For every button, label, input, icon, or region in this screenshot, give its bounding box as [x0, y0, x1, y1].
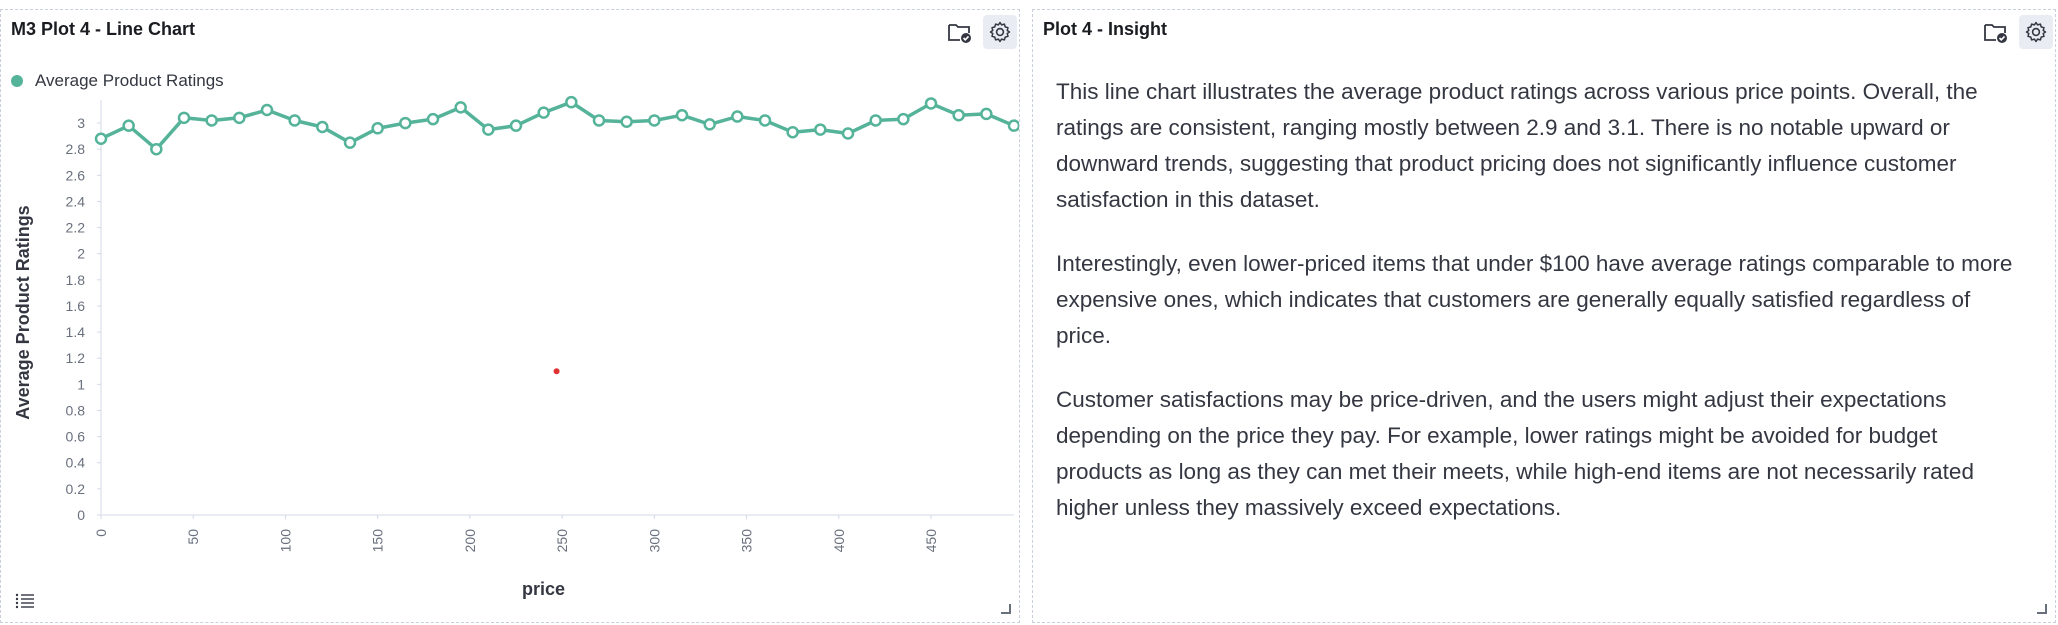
y-tick-label: 1.8 [66, 272, 86, 288]
list-icon-glyph [15, 593, 34, 609]
insight-text: This line chart illustrates the average … [1056, 74, 2016, 554]
data-point [814, 123, 827, 136]
data-point [703, 118, 716, 131]
data-point [620, 115, 633, 129]
data-point [648, 114, 661, 127]
data-point [205, 114, 218, 127]
y-tick-label: 2 [77, 246, 85, 262]
x-tick-label: 150 [370, 529, 386, 553]
data-point [924, 97, 938, 110]
folder-check-icon-glyph [1984, 24, 2007, 43]
y-tick-label: 0.2 [66, 481, 86, 497]
x-tick-label: 100 [277, 529, 293, 553]
data-point [94, 132, 108, 145]
data-point [371, 122, 384, 135]
y-tick-label: 2.6 [66, 167, 86, 183]
line-chart-panel: M3 Plot 4 - Line Chart Average Product R… [0, 9, 1020, 623]
insight-panel: Plot 4 - Insight This line chart illustr… [1032, 9, 2056, 623]
data-point [288, 114, 301, 127]
data-point [980, 107, 993, 121]
y-tick-label: 1 [77, 376, 85, 392]
gear-icon[interactable] [2019, 15, 2053, 49]
data-point [122, 119, 135, 132]
data-point [731, 110, 744, 123]
gear-icon-glyph [2025, 21, 2047, 43]
data-point [426, 112, 440, 126]
data-point [509, 119, 523, 132]
y-axis-title: Average Product Ratings [13, 205, 33, 419]
list-icon[interactable] [9, 586, 41, 616]
data-point [897, 112, 910, 126]
data-point [316, 120, 329, 134]
data-point [260, 103, 274, 117]
insight-paragraph: This line chart illustrates the average … [1056, 79, 1978, 212]
y-tick-label: 0.6 [66, 429, 86, 445]
panel-actions [1979, 15, 2053, 49]
data-point [758, 114, 772, 127]
data-point [565, 95, 578, 109]
resize-handle[interactable] [1001, 604, 1011, 614]
x-tick-label: 400 [831, 529, 847, 553]
y-tick-label: 0.8 [66, 402, 86, 418]
data-point [592, 114, 606, 127]
data-point [537, 106, 550, 119]
x-axis-title: price [522, 579, 565, 599]
insight-paragraph: Customer satisfactions may be price-driv… [1056, 387, 1974, 520]
y-tick-label: 1.4 [66, 324, 86, 340]
data-point [952, 108, 965, 122]
x-tick-label: 300 [646, 529, 662, 553]
data-point [150, 142, 163, 156]
x-tick-label: 200 [462, 529, 478, 553]
y-tick-label: 2.8 [66, 141, 86, 157]
folder-check-icon[interactable] [1979, 15, 2013, 49]
y-tick-label: 1.6 [66, 298, 86, 314]
x-tick-label: 50 [185, 529, 201, 545]
x-tick-label: 350 [739, 529, 755, 553]
data-point [786, 125, 799, 139]
resize-handle[interactable] [2037, 604, 2047, 614]
data-point [841, 127, 855, 140]
x-tick-label: 450 [923, 529, 939, 553]
data-point [1007, 119, 1019, 132]
data-point [482, 123, 495, 136]
x-tick-label: 250 [554, 529, 570, 553]
x-tick-label: 0 [93, 529, 109, 537]
data-point [454, 101, 467, 114]
panel-title: Plot 4 - Insight [1043, 19, 1167, 39]
data-point [399, 116, 412, 130]
data-point [675, 108, 689, 122]
data-point [177, 111, 191, 125]
y-tick-label: 0 [77, 507, 85, 523]
line-chart: 0 0.2 0.4 0.6 0.8 1 1.2 1.4 1.6 1.8 2 2.2 2.4 2.6 2.8 3… [13, 95, 1019, 599]
insight-paragraph: Interestingly, even lower-priced items t… [1056, 251, 2013, 348]
data-point [869, 114, 882, 127]
y-tick-label: 1.2 [66, 350, 86, 366]
annotation-marker [553, 368, 560, 375]
data-point [233, 111, 246, 125]
data-point [343, 136, 357, 149]
y-tick-label: 3 [77, 115, 85, 131]
y-tick-label: 2.2 [66, 220, 86, 236]
y-tick-label: 2.4 [66, 193, 86, 209]
y-tick-label: 0.4 [66, 455, 86, 471]
